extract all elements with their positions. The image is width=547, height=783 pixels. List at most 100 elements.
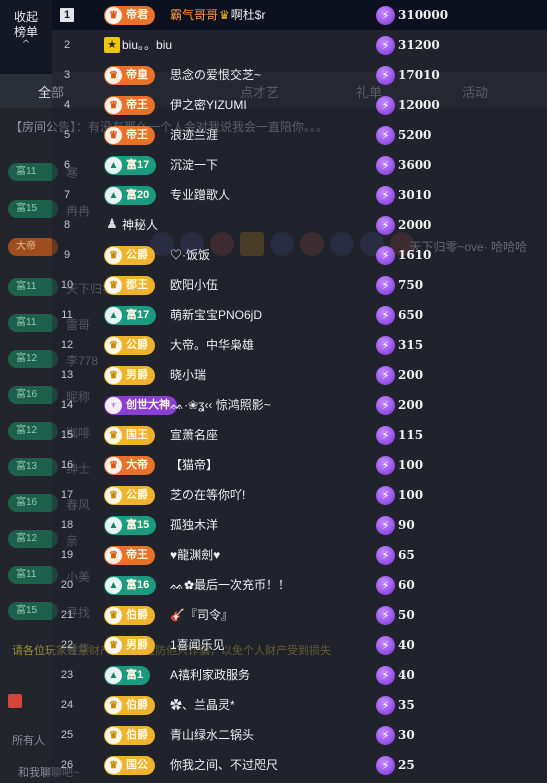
- user-name[interactable]: 你我之间、不过咫尺: [170, 757, 278, 773]
- contribution-value: 12000: [398, 98, 440, 112]
- lightning-coin-icon: ⚡: [376, 456, 395, 475]
- level-badge: ♆ 创世大神: [104, 396, 177, 415]
- user-name[interactable]: 晓小瑞: [170, 367, 206, 383]
- user-name[interactable]: ♡·饭饭: [170, 247, 210, 263]
- leaderboard-row[interactable]: 24 ♛ 伯爵 ✿、兰晶灵* ⚡ 35: [52, 690, 547, 720]
- leaderboard-row[interactable]: 23 ▲ 富1 A禧利家政服务 ⚡ 40: [52, 660, 547, 690]
- user-name[interactable]: ✿、兰晶灵*: [170, 697, 235, 713]
- chat-user-badge: 富15: [8, 200, 58, 218]
- rank-number: 20: [60, 579, 74, 591]
- leaderboard-row[interactable]: 4 ♛ 帝王 伊之密YIZUMI ⚡ 12000: [52, 90, 547, 120]
- user-name[interactable]: 【猫帝】: [170, 457, 218, 473]
- rank-number: 24: [60, 699, 74, 711]
- leaderboard-row[interactable]: 16 ♛ 大帝 【猫帝】 ⚡ 100: [52, 450, 547, 480]
- rank-number: 11: [61, 309, 73, 321]
- user-name[interactable]: ᨐ✿最后一次充币！！: [170, 577, 290, 593]
- leaderboard-row[interactable]: 20 ▲ 富16 ᨐ✿最后一次充币！！ ⚡ 60: [52, 570, 547, 600]
- badge-icon: ♆: [105, 397, 122, 414]
- mystery-user-icon: ♟: [106, 217, 118, 232]
- user-name[interactable]: 专业蹭歌人: [170, 187, 230, 203]
- leaderboard-row[interactable]: 18 ▲ 富15 孤独木洋 ⚡ 90: [52, 510, 547, 540]
- lightning-coin-icon: ⚡: [376, 96, 395, 115]
- leaderboard-row[interactable]: 17 ♛ 公爵 芝の在等你吖! ⚡ 100: [52, 480, 547, 510]
- leaderboard-row[interactable]: 11 ▲ 富17 萌新宝宝PNO6jD ⚡ 650: [52, 300, 547, 330]
- recipient-select[interactable]: 所有人: [12, 732, 45, 748]
- user-name[interactable]: 沉淀一下: [170, 157, 218, 173]
- lightning-coin-icon: ⚡: [376, 126, 395, 145]
- collapse-leaderboard-button[interactable]: 收起榜单 ^: [0, 0, 52, 74]
- user-name[interactable]: 孤独木洋: [170, 517, 218, 533]
- user-name-text: 神秘人: [122, 218, 159, 232]
- chat-user-badge: 富11: [8, 566, 58, 584]
- user-name[interactable]: 浪迹兰涯: [170, 127, 218, 143]
- level-badge: ♛ 男爵: [104, 636, 155, 655]
- level-badge: ♛ 公爵: [104, 486, 155, 505]
- leaderboard-row[interactable]: 21 ♛ 伯爵 🎸『司令』 ⚡ 50: [52, 600, 547, 630]
- leaderboard-row[interactable]: 22 ♛ 男爵 1喜闻乐见 ⚡ 40: [52, 630, 547, 660]
- rank-number: 6: [63, 159, 71, 171]
- lightning-coin-icon: ⚡: [376, 516, 395, 535]
- contribution-value: 40: [398, 668, 415, 682]
- user-name[interactable]: 霸气哥哥♛啊杜$r: [170, 7, 265, 23]
- user-name-text: 晓小瑞: [170, 368, 207, 382]
- user-name[interactable]: 大帝。中华枭雄: [170, 337, 254, 353]
- user-name-text: A禧利家政服务: [170, 668, 251, 682]
- badge-label: 富15: [126, 519, 150, 531]
- leaderboard-row[interactable]: 26 ♛ 国公 你我之间、不过咫尺 ⚡ 25: [52, 750, 547, 780]
- rank-number: 1: [60, 8, 74, 22]
- user-name[interactable]: ᨐ·❀ʓ‹‹ 惊鸿照影~: [170, 397, 271, 413]
- leaderboard-row[interactable]: 5 ♛ 帝王 浪迹兰涯 ⚡ 5200: [52, 120, 547, 150]
- level-badge: ▲ 富1: [104, 666, 151, 685]
- user-name[interactable]: 伊之密YIZUMI: [170, 97, 247, 113]
- badge-label: 伯爵: [126, 609, 148, 621]
- user-name-text: 欧阳小伍: [170, 278, 219, 292]
- contribution-value: 200: [398, 368, 424, 382]
- leaderboard-row[interactable]: 6 ▲ 富17 沉淀一下 ⚡ 3600: [52, 150, 547, 180]
- leaderboard-row[interactable]: 10 ♛ 郡王 欧阳小伍 ⚡ 750: [52, 270, 547, 300]
- gift-bag-icon[interactable]: [8, 694, 22, 708]
- rank-number: 10: [60, 279, 74, 291]
- badge-icon: ▲: [105, 307, 122, 324]
- user-name[interactable]: 萌新宝宝PNO6jD: [170, 307, 262, 323]
- leaderboard-row[interactable]: 12 ♛ 公爵 大帝。中华枭雄 ⚡ 315: [52, 330, 547, 360]
- user-name[interactable]: 欧阳小伍: [170, 277, 218, 293]
- leaderboard-row[interactable]: 14 ♆ 创世大神 ᨐ·❀ʓ‹‹ 惊鸿照影~ ⚡ 200: [52, 390, 547, 420]
- leaderboard-row[interactable]: 15 ♛ 国王 宣萧名座 ⚡ 115: [52, 420, 547, 450]
- user-name[interactable]: A禧利家政服务: [170, 667, 250, 683]
- lightning-coin-icon: ⚡: [376, 696, 395, 715]
- contribution-value: 40: [398, 638, 415, 652]
- lightning-coin-icon: ⚡: [376, 156, 395, 175]
- badge-icon: ♛: [105, 247, 122, 264]
- rank-number: 19: [60, 549, 74, 561]
- user-name[interactable]: 思念の爱恨交芝~: [170, 67, 261, 83]
- user-name[interactable]: 🎸『司令』: [170, 607, 233, 623]
- user-name[interactable]: 神秘人: [122, 217, 158, 233]
- leaderboard-row[interactable]: 9 ♛ 公爵 ♡·饭饭 ⚡ 1610: [52, 240, 547, 270]
- lightning-coin-icon: ⚡: [376, 396, 395, 415]
- user-name-text: 专业蹭歌人: [170, 188, 231, 202]
- leaderboard-row[interactable]: 2 ★ biu。。biu ⚡ 31200: [52, 30, 547, 60]
- leaderboard-row[interactable]: 8 ♟ 神秘人 ⚡ 2000: [52, 210, 547, 240]
- leaderboard-row[interactable]: 3 ♛ 帝皇 思念の爱恨交芝~ ⚡ 17010: [52, 60, 547, 90]
- user-name-text: 萌新宝宝PNO6jD: [170, 308, 263, 322]
- leaderboard-row[interactable]: 25 ♛ 伯爵 青山绿水二锅头 ⚡ 30: [52, 720, 547, 750]
- user-name[interactable]: 1喜闻乐见: [170, 637, 225, 653]
- badge-icon: ▲: [105, 157, 122, 174]
- rank-number: 26: [60, 759, 74, 771]
- contribution-value: 650: [398, 308, 424, 322]
- rank-number: 16: [60, 459, 74, 471]
- leaderboard-row[interactable]: 1 ♛ 帝君 霸气哥哥♛啊杜$r ⚡ 310000: [52, 0, 547, 30]
- user-name[interactable]: 青山绿水二锅头: [170, 727, 254, 743]
- badge-icon: ♛: [105, 697, 122, 714]
- contribution-value: 90: [398, 518, 415, 532]
- leaderboard-row[interactable]: 7 ▲ 富20 专业蹭歌人 ⚡ 3010: [52, 180, 547, 210]
- badge-label: 公爵: [126, 249, 148, 261]
- user-name[interactable]: biu。。biu: [122, 37, 172, 53]
- user-name[interactable]: 芝の在等你吖!: [170, 487, 245, 503]
- user-name[interactable]: ♥龍渊劍♥: [170, 547, 220, 563]
- leaderboard-row[interactable]: 19 ♛ 帝王 ♥龍渊劍♥ ⚡ 65: [52, 540, 547, 570]
- badge-label: 帝王: [126, 129, 148, 141]
- rank-number: 9: [63, 249, 71, 261]
- user-name[interactable]: 宣萧名座: [170, 427, 218, 443]
- leaderboard-row[interactable]: 13 ♛ 男爵 晓小瑞 ⚡ 200: [52, 360, 547, 390]
